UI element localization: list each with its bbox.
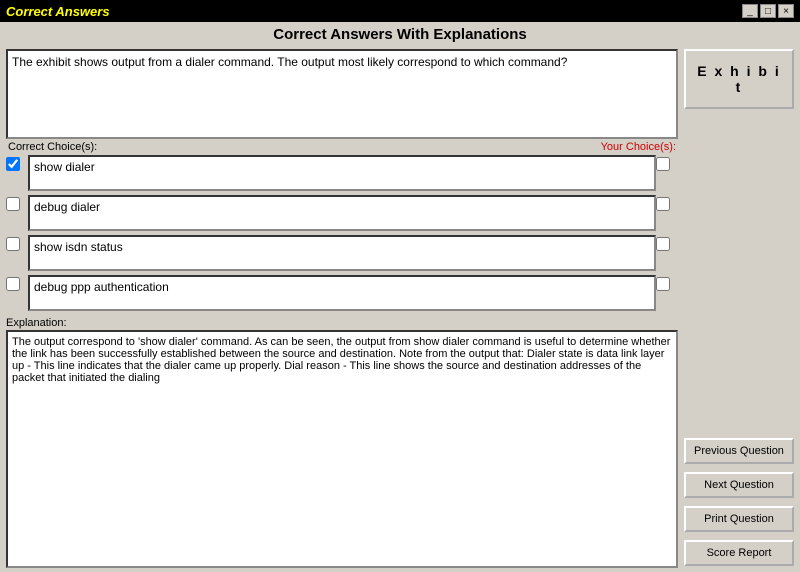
your-checkbox-1[interactable] bbox=[656, 157, 670, 171]
left-panel: The exhibit shows output from a dialer c… bbox=[6, 49, 678, 568]
right-panel: E x h i b i t Previous Question Next Que… bbox=[684, 49, 794, 568]
correct-checkbox-2[interactable] bbox=[6, 197, 20, 211]
exhibit-button[interactable]: E x h i b i t bbox=[684, 49, 794, 109]
choice-text-4: debug ppp authentication bbox=[28, 275, 656, 311]
choice-row-1: show dialer bbox=[6, 155, 678, 191]
choice-row-2: debug dialer bbox=[6, 195, 678, 231]
title-bar: Correct Answers _ □ × bbox=[0, 0, 800, 22]
choice-text-1: show dialer bbox=[28, 155, 656, 191]
your-checkbox-4[interactable] bbox=[656, 277, 670, 291]
minimize-button[interactable]: _ bbox=[742, 4, 758, 18]
correct-checkbox-4[interactable] bbox=[6, 277, 20, 291]
score-report-button[interactable]: Score Report bbox=[684, 540, 794, 566]
your-checkbox-2[interactable] bbox=[656, 197, 670, 211]
question-box: The exhibit shows output from a dialer c… bbox=[6, 49, 678, 139]
print-question-button[interactable]: Print Question bbox=[684, 506, 794, 532]
your-choices-label: Your Choice(s): bbox=[601, 141, 676, 153]
explanation-box: The output correspond to 'show dialer' c… bbox=[6, 330, 678, 568]
close-button[interactable]: × bbox=[778, 4, 794, 18]
correct-checkbox-3[interactable] bbox=[6, 237, 20, 251]
choice-row-3: show isdn status bbox=[6, 235, 678, 271]
title-bar-text: Correct Answers bbox=[6, 4, 110, 19]
choice-text-3: show isdn status bbox=[28, 235, 656, 271]
title-bar-controls[interactable]: _ □ × bbox=[742, 4, 794, 18]
previous-question-button[interactable]: Previous Question bbox=[684, 438, 794, 464]
correct-choices-label: Correct Choice(s): bbox=[8, 141, 97, 153]
maximize-button[interactable]: □ bbox=[760, 4, 776, 18]
next-question-button[interactable]: Next Question bbox=[684, 472, 794, 498]
your-checkbox-3[interactable] bbox=[656, 237, 670, 251]
choices-list: show dialer debug dialer show isdn status d… bbox=[6, 155, 678, 315]
correct-checkbox-1[interactable] bbox=[6, 157, 20, 171]
explanation-label: Explanation: bbox=[6, 317, 678, 329]
choices-header: Correct Choice(s): Your Choice(s): bbox=[6, 141, 678, 153]
choice-text-2: debug dialer bbox=[28, 195, 656, 231]
page-heading: Correct Answers With Explanations bbox=[6, 26, 794, 43]
choice-row-4: debug ppp authentication bbox=[6, 275, 678, 311]
